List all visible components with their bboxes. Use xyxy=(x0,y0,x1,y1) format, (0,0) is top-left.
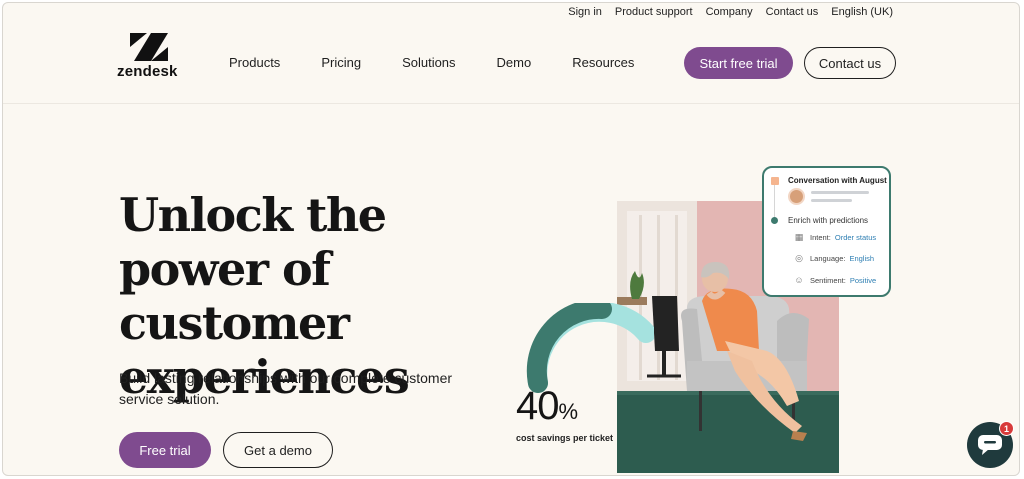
message-placeholder-line xyxy=(811,199,852,202)
language-row: ◎ Language: English xyxy=(794,253,874,263)
timeline-dot-icon xyxy=(771,217,778,224)
globe-icon: ◎ xyxy=(795,253,803,263)
intent-row: ▦ Intent: Order status xyxy=(794,232,876,242)
language-label: Language: xyxy=(810,253,846,263)
sign-in-link[interactable]: Sign in xyxy=(568,6,602,18)
start-free-trial-button[interactable]: Start free trial xyxy=(684,47,793,79)
card-timeline xyxy=(774,185,775,217)
get-demo-button[interactable]: Get a demo xyxy=(223,432,333,468)
avatar xyxy=(788,188,805,205)
enrich-label: Enrich with predictions xyxy=(788,216,869,225)
product-support-link[interactable]: Product support xyxy=(615,6,693,18)
savings-unit: % xyxy=(558,399,579,424)
card-title: Conversation with August xyxy=(788,176,887,185)
savings-number: 40 xyxy=(516,384,559,428)
savings-gauge xyxy=(526,303,654,393)
nav-solutions[interactable]: Solutions xyxy=(402,55,455,70)
enrich-step: Enrich with predictions xyxy=(771,216,868,225)
page-frame: Sign in Product support Company Contact … xyxy=(2,2,1020,476)
hero-subtitle: Build lasting relationships with our com… xyxy=(119,370,453,407)
intent-value: Order status xyxy=(834,232,877,242)
conversation-insight-card: Conversation with August Enrich with pre… xyxy=(762,166,891,297)
message-placeholder-line xyxy=(811,191,869,194)
zendesk-logo-icon xyxy=(130,33,168,61)
smile-icon: ☺ xyxy=(794,275,804,285)
nav-pricing[interactable]: Pricing xyxy=(321,55,361,70)
zendesk-wordmark: zendesk xyxy=(117,63,178,80)
nav-resources[interactable]: Resources xyxy=(572,55,634,70)
main-nav: Products Pricing Solutions Demo Resource… xyxy=(229,55,675,70)
grid-icon: ▦ xyxy=(794,232,804,242)
language-value: English xyxy=(849,253,875,263)
sentiment-value: Positive xyxy=(849,275,877,285)
nav-demo[interactable]: Demo xyxy=(497,55,532,70)
conversation-marker-icon xyxy=(771,176,779,185)
utility-nav: Sign in Product support Company Contact … xyxy=(555,6,893,18)
utility-contact-link[interactable]: Contact us xyxy=(766,6,819,18)
nav-products[interactable]: Products xyxy=(229,55,280,70)
chat-notification-badge: 1 xyxy=(999,421,1014,436)
contact-us-button[interactable]: Contact us xyxy=(804,47,896,79)
language-selector[interactable]: English (UK) xyxy=(831,6,893,18)
header-divider xyxy=(3,103,1019,104)
sentiment-label: Sentiment: xyxy=(810,275,846,285)
company-link[interactable]: Company xyxy=(706,6,753,18)
savings-value: 40% xyxy=(516,384,579,429)
free-trial-button[interactable]: Free trial xyxy=(119,432,211,468)
sentiment-row: ☺ Sentiment: Positive xyxy=(794,275,876,285)
chat-bubble-icon xyxy=(978,435,1002,455)
zendesk-logo[interactable]: zendesk xyxy=(117,33,181,81)
intent-label: Intent: xyxy=(810,232,831,242)
savings-label: cost savings per ticket xyxy=(516,433,614,443)
card-header: Conversation with August xyxy=(771,176,887,185)
